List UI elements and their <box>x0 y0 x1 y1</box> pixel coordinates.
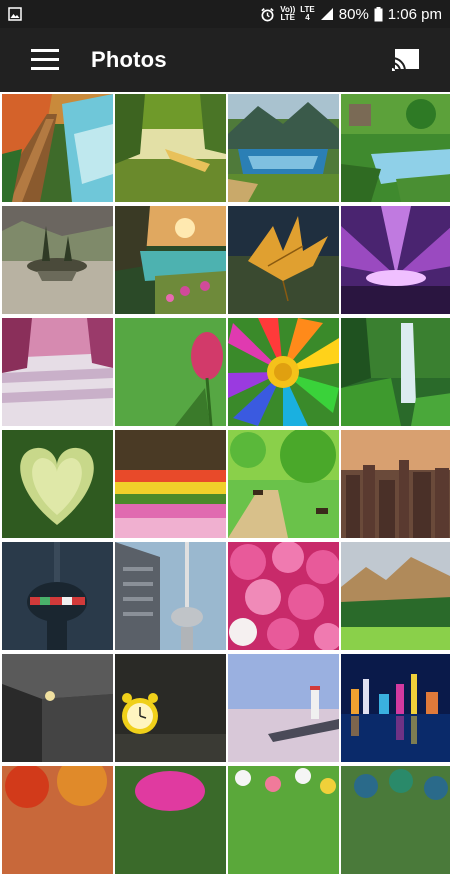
jungle-waterfall-photo <box>341 318 450 426</box>
photo-tile[interactable] <box>341 542 450 650</box>
stormy-island-reflection-photo <box>2 206 113 314</box>
app-bar: Photos <box>0 28 450 92</box>
photo-tile[interactable] <box>341 430 450 538</box>
status-bar: Vo)) LTE LTE 4 80% 1:06 pm <box>0 0 450 28</box>
photo-tile[interactable] <box>228 542 339 650</box>
green-park-path-photo <box>228 430 339 538</box>
volte-lte-label: LTE <box>280 13 296 22</box>
photo-tile[interactable] <box>228 94 339 202</box>
photo-tile[interactable] <box>2 654 113 762</box>
clock-time: 1:06 pm <box>387 5 442 23</box>
photo-tile[interactable] <box>115 430 226 538</box>
photo-tile[interactable] <box>115 94 226 202</box>
photo-tile[interactable] <box>2 766 113 874</box>
photo-tile[interactable] <box>228 206 339 314</box>
hamburger-menu-icon[interactable] <box>31 49 61 71</box>
autumn-leaf-closeup-photo <box>228 206 339 314</box>
dark-lamp-corner-photo <box>2 654 113 762</box>
city-skyline-sunset-photo <box>341 430 450 538</box>
photo-tile[interactable] <box>341 318 450 426</box>
photo-tile[interactable] <box>115 542 226 650</box>
photo-tile[interactable] <box>228 766 339 874</box>
lighthouse-sunset-pier-photo <box>228 654 339 762</box>
purple-aurora-rays-photo <box>341 206 450 314</box>
photo-tile[interactable] <box>228 318 339 426</box>
cast-icon[interactable] <box>392 48 420 72</box>
photo-tile[interactable] <box>2 542 113 650</box>
pink-tulip-green-photo <box>115 318 226 426</box>
photo-tile[interactable] <box>228 654 339 762</box>
pink-roses-photo <box>228 542 339 650</box>
image-notification-icon <box>8 7 22 21</box>
photo-tile[interactable] <box>341 654 450 762</box>
alarm-icon <box>261 7 274 21</box>
sunset-river-flowers-photo <box>115 206 226 314</box>
forest-stream-cabin-photo <box>341 94 450 202</box>
photo-tile[interactable] <box>2 206 113 314</box>
magenta-flower-photo <box>115 766 226 874</box>
lte-indicator: LTE 4 <box>300 6 315 22</box>
tulip-field-rows-photo <box>115 430 226 538</box>
lake-canoe-reflection-photo <box>115 94 226 202</box>
photo-tile[interactable] <box>115 654 226 762</box>
photo-grid <box>0 92 450 874</box>
page-title: Photos <box>91 47 167 72</box>
mountain-lake-village-photo <box>228 94 339 202</box>
daisy-meadow-photo <box>228 766 339 874</box>
city-night-reflection-photo <box>341 654 450 762</box>
status-right: Vo)) LTE LTE 4 80% 1:06 pm <box>260 6 442 23</box>
autumn-trees-photo <box>2 766 113 874</box>
heart-shaped-hedge-photo <box>2 430 113 538</box>
photo-tile[interactable] <box>341 206 450 314</box>
battery-icon <box>374 6 383 21</box>
photo-tile[interactable] <box>341 94 450 202</box>
photo-tile[interactable] <box>115 318 226 426</box>
volte-indicator: Vo)) LTE <box>280 6 295 22</box>
lte-arrows-label: 4 <box>305 13 310 22</box>
cn-tower-buildings-photo <box>115 542 226 650</box>
photo-tile[interactable] <box>341 766 450 874</box>
yellow-alarm-clock-photo <box>115 654 226 762</box>
photo-tile[interactable] <box>228 430 339 538</box>
status-left <box>8 7 22 21</box>
pink-waterfall-forest-photo <box>2 318 113 426</box>
peacock-feathers-photo <box>341 766 450 874</box>
rainbow-daisy-flower-photo <box>228 318 339 426</box>
photo-tile[interactable] <box>2 318 113 426</box>
battery-percent: 80% <box>338 5 369 23</box>
photo-tile[interactable] <box>115 766 226 874</box>
mountain-pine-forest-photo <box>341 542 450 650</box>
cn-tower-night-photo <box>2 542 113 650</box>
photo-tile[interactable] <box>2 430 113 538</box>
photo-tile[interactable] <box>2 94 113 202</box>
forest-boardwalk-waterfall-photo <box>2 94 113 202</box>
signal-strength-icon <box>320 8 333 20</box>
photo-tile[interactable] <box>115 206 226 314</box>
